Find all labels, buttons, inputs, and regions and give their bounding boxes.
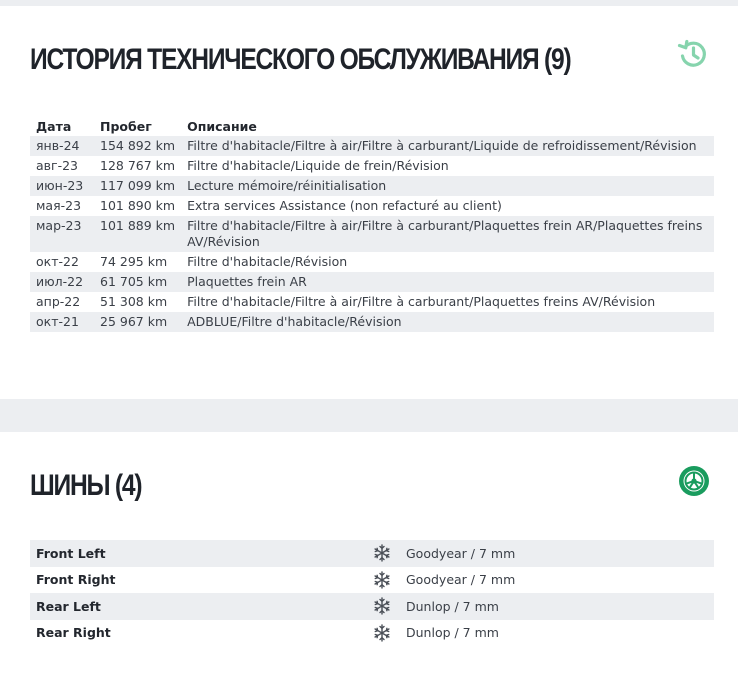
row-mileage: 25 967 km	[94, 312, 182, 332]
tire-brand-depth: Goodyear / 7 mm	[406, 545, 516, 561]
tires-title: ШИНЫ (4)	[30, 469, 143, 502]
row-description: Filtre d'habitacle/Liquide de frein/Révi…	[187, 158, 449, 173]
row-date: окт-21	[30, 312, 94, 332]
tire-brand-depth: Dunlop / 7 mm	[406, 598, 499, 614]
row-mileage: 101 889 km	[94, 216, 182, 252]
table-row: апр-22 51 308 km Filtre d'habitacle/Filt…	[30, 292, 714, 312]
row-date: янв-24	[30, 136, 94, 156]
row-description: Extra services Assistance (non refacturé…	[187, 198, 502, 213]
snowflake-icon	[374, 623, 390, 642]
column-header-date: Дата	[36, 118, 72, 134]
row-mileage: 154 892 km	[94, 136, 182, 156]
tire-icon	[679, 466, 709, 496]
row-description: ADBLUE/Filtre d'habitacle/Révision	[181, 312, 714, 332]
snowflake-icon	[374, 544, 390, 562]
tire-position: Front Left	[36, 545, 106, 561]
table-row: июл-22 61 705 km Plaquettes frein AR	[30, 272, 714, 292]
table-row: июн-23 117 099 km Lecture mémoire/réinit…	[30, 176, 714, 196]
row-description: Filtre d'habitacle/Révision	[187, 254, 348, 269]
row-description: Filtre d'habitacle/Filtre à air/Filtre à…	[187, 294, 656, 309]
row-date: авг-23	[36, 158, 79, 173]
row-description: Filtre d'habitacle/Filtre à air/Filtre à…	[181, 136, 714, 156]
row-date: июн-23	[30, 176, 94, 196]
column-header-mileage: Пробег	[100, 118, 152, 134]
table-row: мар-23 101 889 km Filtre d'habitacle/Fil…	[30, 216, 714, 252]
row-date: окт-22	[36, 254, 79, 269]
table-row: окт-21 25 967 km ADBLUE/Filtre d'habitac…	[30, 312, 714, 332]
table-header-row: Дата Пробег Описание	[30, 116, 714, 136]
tire-row-front-left: Front Left Goodyear / 7 mm	[30, 540, 714, 567]
history-icon	[677, 39, 706, 67]
row-description: Plaquettes frein AR	[181, 272, 714, 292]
tire-row-front-right: Front Right Goodyear / 7 mm	[30, 567, 714, 594]
row-date: апр-22	[36, 294, 81, 309]
maintenance-history-card: ИСТОРИЯ ТЕХНИЧЕСКОГО ОБСЛУЖИВАНИЯ (9) Да…	[0, 6, 738, 399]
table-row: авг-23 128 767 km Filtre d'habitacle/Liq…	[30, 156, 714, 176]
tire-position: Rear Left	[36, 598, 101, 614]
tire-brand-depth: Goodyear / 7 mm	[406, 572, 516, 588]
table-row: мая-23 101 890 km Extra services Assista…	[30, 196, 714, 216]
row-mileage: 117 099 km	[94, 176, 182, 196]
table-row: янв-24 154 892 km Filtre d'habitacle/Fil…	[30, 136, 714, 156]
maintenance-history-table: Дата Пробег Описание янв-24 154 892 km F…	[30, 116, 714, 332]
row-date: июл-22	[30, 272, 94, 292]
tires-list: Front Left Goodyear / 7 mm Front Right G…	[30, 540, 714, 646]
tire-row-rear-left: Rear Left Dunlop / 7 mm	[30, 593, 714, 620]
tires-card: ШИНЫ (4) Front Left Goodyear / 7 mm Fron…	[0, 432, 738, 673]
row-mileage: 101 890 km	[100, 198, 176, 213]
row-date: мар-23	[30, 216, 94, 252]
row-mileage: 61 705 km	[94, 272, 182, 292]
tire-position: Rear Right	[36, 625, 111, 641]
row-mileage: 128 767 km	[100, 158, 176, 173]
row-description: Lecture mémoire/réinitialisation	[181, 176, 714, 196]
snowflake-icon	[374, 570, 390, 589]
maintenance-history-title: ИСТОРИЯ ТЕХНИЧЕСКОГО ОБСЛУЖИВАНИЯ (9)	[30, 43, 572, 76]
row-mileage: 51 308 km	[100, 294, 168, 309]
column-header-description: Описание	[187, 118, 257, 134]
row-description: Filtre d'habitacle/Filtre à air/Filtre à…	[181, 216, 714, 252]
tire-row-rear-right: Rear Right Dunlop / 7 mm	[30, 620, 714, 647]
snowflake-icon	[374, 597, 390, 615]
table-row: окт-22 74 295 km Filtre d'habitacle/Révi…	[30, 252, 714, 272]
row-mileage: 74 295 km	[100, 254, 168, 269]
row-date: мая-23	[36, 198, 82, 213]
tire-position: Front Right	[36, 572, 116, 588]
tire-brand-depth: Dunlop / 7 mm	[406, 625, 499, 641]
